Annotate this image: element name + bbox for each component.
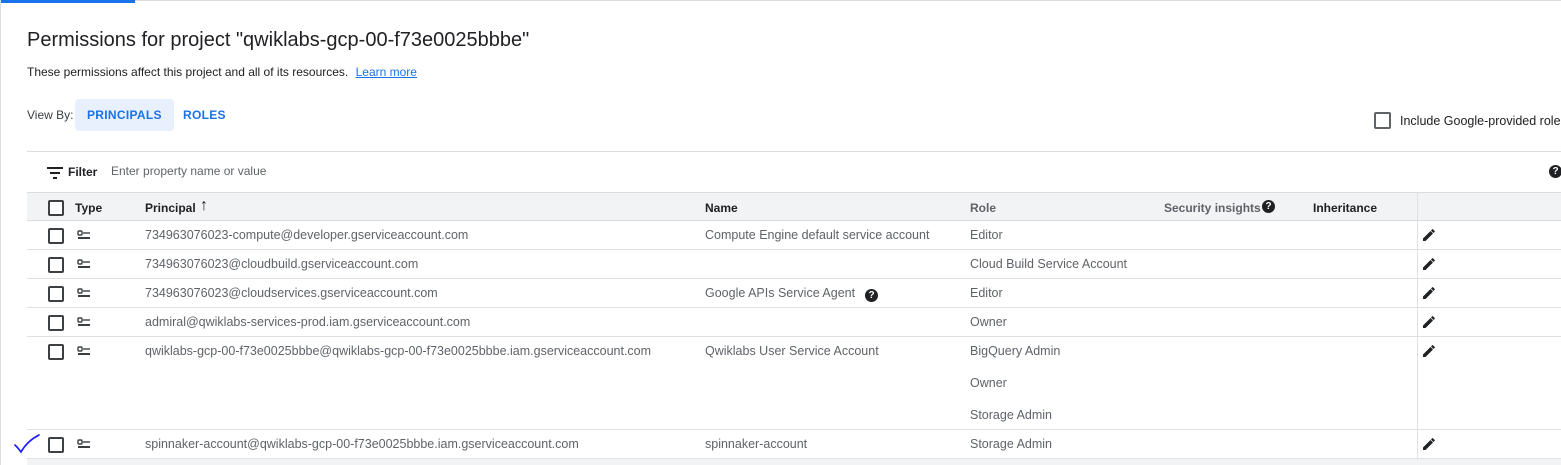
principal-email[interactable]: 734963076023@cloudservices.gserviceaccou… [145,286,438,300]
table-row: spinnaker-account@qwiklabs-gcp-00-f73e00… [27,430,1561,459]
principal-name: Compute Engine default service account [705,228,930,242]
edit-pencil-icon[interactable] [1422,315,1436,329]
table-row: 734963076023-compute@developer.gservicea… [27,221,1561,250]
table-footer-band [27,459,1561,465]
row-checkbox[interactable] [48,228,64,244]
row-checkbox[interactable] [48,315,64,331]
security-insights-help-icon[interactable]: ? [1262,200,1275,213]
role-label: Cloud Build Service Account [970,257,1128,271]
principal-name: Google APIs Service Agent? [705,286,879,302]
handwritten-checkmark-annotation [14,434,40,454]
active-nav-indicator [0,0,135,3]
role-label: Editor [970,228,1003,242]
table-row: 734963076023@cloudbuild.gserviceaccount.… [27,250,1561,279]
header-role[interactable]: Role [970,201,996,215]
include-google-roles-checkbox[interactable] [1374,112,1391,129]
include-google-roles-toggle[interactable]: Include Google-provided role [1374,112,1561,129]
principal-email[interactable]: spinnaker-account@qwiklabs-gcp-00-f73e00… [145,437,579,451]
header-inheritance: Inheritance [1313,201,1378,215]
filter-input[interactable] [109,162,513,180]
include-google-roles-label: Include Google-provided role [1400,113,1561,128]
edit-pencil-icon[interactable] [1422,286,1436,300]
row-checkbox[interactable] [48,257,64,273]
row-checkbox[interactable] [48,286,64,302]
role-label: BigQuery Admin [970,344,1061,358]
service-account-icon [77,259,90,268]
header-type[interactable]: Type [75,201,102,215]
role-label: Storage Admin [970,408,1052,422]
tab-roles[interactable]: ROLES [171,99,238,131]
edit-pencil-icon[interactable] [1422,257,1436,271]
view-by-label: View By: [27,108,74,122]
table-row: 734963076023@cloudservices.gserviceaccou… [27,279,1561,308]
help-circle-icon[interactable]: ? [1549,165,1561,178]
learn-more-link[interactable]: Learn more [356,65,417,79]
filter-list-icon[interactable] [47,167,63,179]
principal-email[interactable]: 734963076023-compute@developer.gservicea… [145,228,468,242]
tab-principals[interactable]: PRINCIPALS [75,99,174,131]
top-border [0,0,1561,1]
role-label: Owner [970,376,1007,390]
role-label: Owner [970,315,1007,329]
actions-column-divider [1417,192,1418,465]
arrow-upward-icon[interactable]: ↑ [200,198,208,214]
page-title: Permissions for project "qwiklabs-gcp-00… [27,29,530,51]
header-principal[interactable]: Principal [145,201,196,215]
filter-bar: Filter ? [27,151,1561,193]
principal-name: Qwiklabs User Service Account [705,344,879,358]
service-account-icon [77,317,90,326]
principal-name-text: Google APIs Service Agent [705,286,856,300]
principal-email[interactable]: admiral@qwiklabs-services-prod.iam.gserv… [145,315,470,329]
row-checkbox[interactable] [48,344,64,360]
row-checkbox[interactable] [48,437,64,453]
service-account-icon [77,230,90,239]
table-row: admiral@qwiklabs-services-prod.iam.gserv… [27,308,1561,337]
service-account-icon [77,439,90,448]
table-row: qwiklabs-gcp-00-f73e0025bbbe@qwiklabs-gc… [27,337,1561,430]
edit-pencil-icon[interactable] [1422,228,1436,242]
role-label: Editor [970,286,1003,300]
help-circle-icon[interactable]: ? [865,289,879,302]
principal-email[interactable]: 734963076023@cloudbuild.gserviceaccount.… [145,257,418,271]
principal-name: spinnaker-account [705,437,808,451]
edit-pencil-icon[interactable] [1422,437,1436,451]
header-name[interactable]: Name [705,201,738,215]
service-account-icon [77,346,90,355]
header-security-insights: Security insights [1164,201,1261,215]
principal-email[interactable]: qwiklabs-gcp-00-f73e0025bbbe@qwiklabs-gc… [145,344,651,358]
table-header: Type Principal ↑ Name Role Security insi… [27,192,1561,221]
edit-pencil-icon[interactable] [1422,344,1436,358]
page-subtitle: These permissions affect this project an… [27,65,417,79]
role-label: Storage Admin [970,437,1052,451]
select-all-checkbox[interactable] [48,200,64,216]
filter-label[interactable]: Filter [68,165,97,179]
left-border [0,0,1,465]
subtitle-text: These permissions affect this project an… [27,65,349,79]
service-account-icon [77,288,90,297]
